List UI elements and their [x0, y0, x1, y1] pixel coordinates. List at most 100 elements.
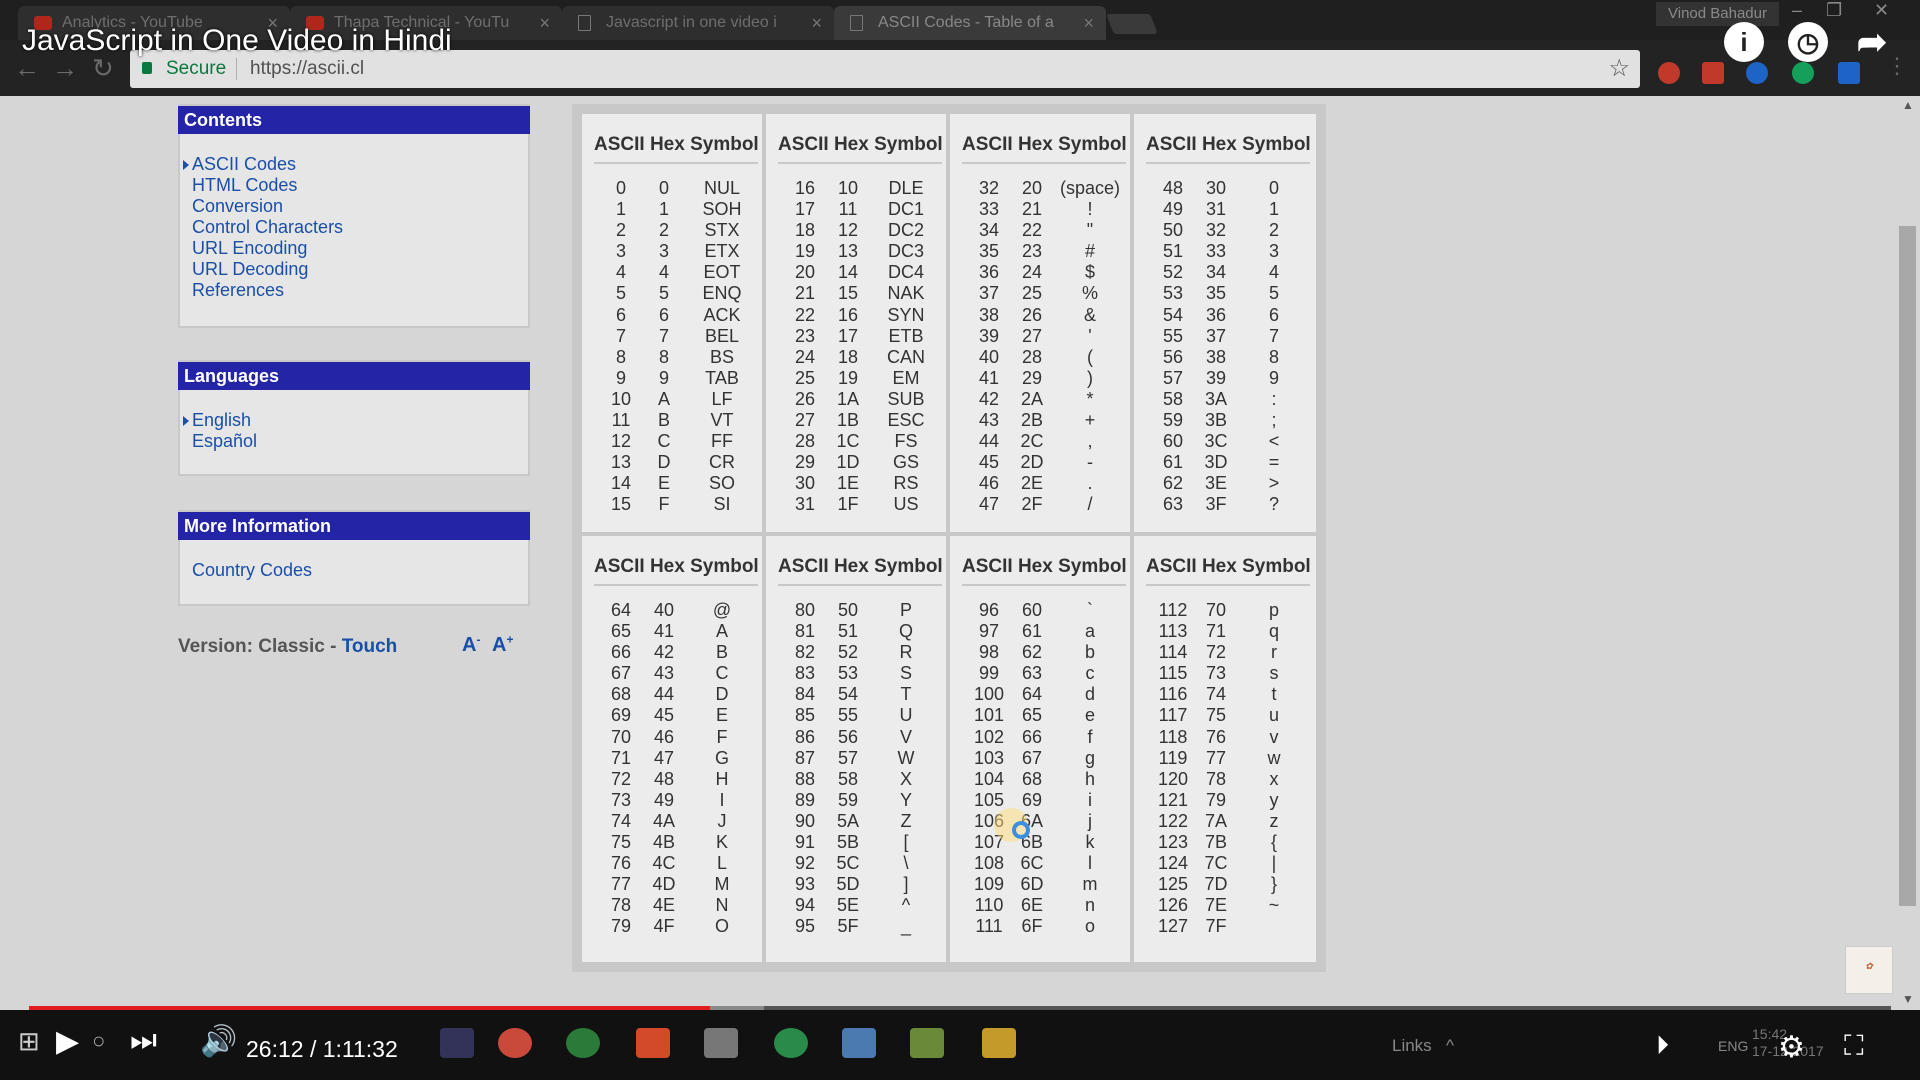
channel-watermark-logo[interactable]: ✿	[1845, 946, 1893, 994]
forward-icon[interactable]: →	[52, 54, 78, 82]
extension-icon[interactable]	[1746, 62, 1768, 84]
hex-cell: 28	[1021, 346, 1043, 367]
office-icon[interactable]	[636, 1028, 670, 1058]
close-icon[interactable]: ×	[539, 6, 550, 40]
font-increase-button[interactable]: A+	[492, 632, 513, 656]
chrome-icon[interactable]	[498, 1028, 532, 1058]
symbol-cell: T	[900, 684, 912, 705]
bookmark-star-icon[interactable]: ☆	[1608, 54, 1630, 83]
version-touch-link[interactable]: Touch	[342, 636, 398, 657]
ascii-row: 92 5C \	[766, 853, 946, 874]
close-window-icon[interactable]: ✕	[1874, 0, 1889, 21]
hex-cell: 50	[837, 600, 859, 620]
next-icon[interactable]: ⏭	[130, 1024, 157, 1058]
new-tab-button[interactable]	[1106, 14, 1158, 34]
symbol-cell: R	[899, 642, 913, 663]
language-english[interactable]: English	[183, 410, 528, 431]
notepad-icon[interactable]	[910, 1028, 944, 1058]
decimal-cell: 87	[794, 747, 816, 768]
taskbar-app-icon[interactable]	[440, 1028, 474, 1058]
decimal-cell: 56	[1162, 346, 1184, 367]
search-circle-icon[interactable]: ○	[92, 1028, 105, 1054]
extension-icon[interactable]	[1658, 62, 1680, 84]
links-label[interactable]: Links	[1392, 1036, 1432, 1056]
ascii-row: 60 3C <	[1134, 431, 1314, 452]
nav-link-country-codes[interactable]: Country Codes	[192, 560, 528, 581]
contents-box: Contents ASCII Codes HTML Codes Conversi…	[178, 104, 530, 328]
reload-icon[interactable]: ↻	[92, 54, 114, 82]
language-espanol[interactable]: Español	[192, 431, 528, 452]
windows-start-icon[interactable]: ⊞	[18, 1026, 40, 1057]
volume-icon[interactable]: 🔊	[200, 1024, 237, 1059]
url-text[interactable]: https://ascii.cl	[250, 58, 364, 80]
decimal-cell: 15	[610, 494, 632, 515]
symbol-cell: 7	[1268, 325, 1279, 346]
page-scrollbar[interactable]: ▲ ▼	[1895, 96, 1920, 1010]
language-indicator[interactable]: ENG	[1718, 1038, 1748, 1054]
menu-icon[interactable]: ⋮	[1886, 52, 1908, 80]
symbol-cell: K	[715, 832, 728, 853]
nav-link-control-characters[interactable]: Control Characters	[192, 217, 528, 238]
tab-ascii-codes[interactable]: ASCII Codes - Table of a ×	[834, 6, 1106, 40]
hex-cell: 70	[1205, 600, 1227, 620]
ascii-row: 27 1B ESC	[766, 410, 946, 431]
ascii-row: 115 73 s	[1134, 663, 1314, 684]
font-decrease-button[interactable]: A-	[462, 632, 480, 656]
scroll-down-icon[interactable]: ▼	[1902, 992, 1914, 1006]
watch-later-clock-icon[interactable]: ◷	[1788, 22, 1828, 62]
extension-icon[interactable]	[1702, 62, 1724, 84]
lock-icon	[142, 62, 152, 74]
symbol-cell: DC1	[887, 199, 924, 220]
decimal-cell: 85	[794, 705, 816, 726]
nav-link-conversion[interactable]: Conversion	[192, 196, 528, 217]
play-icon[interactable]: ▶	[56, 1024, 79, 1059]
chevron-up-icon[interactable]: ^	[1446, 1036, 1454, 1056]
info-icon[interactable]: i	[1724, 22, 1764, 62]
decimal-cell: 124	[1157, 853, 1189, 874]
symbol-cell: )	[1087, 367, 1093, 388]
decimal-cell: 61	[1162, 452, 1184, 473]
video-title[interactable]: JavaScript in One Video in Hindi	[22, 24, 452, 58]
nav-link-url-decoding[interactable]: URL Decoding	[192, 259, 528, 280]
ascii-rows: 96 60 ` 97 61 a 98 62 b 99 63 c 100 64 d 101 65 e 102 66 f 10…	[950, 600, 1130, 938]
symbol-cell: 2	[1268, 220, 1279, 241]
back-icon[interactable]: ←	[14, 54, 40, 82]
decimal-cell: 81	[794, 621, 816, 642]
share-icon[interactable]: ➦	[1852, 22, 1892, 62]
mail-icon[interactable]	[704, 1028, 738, 1058]
minimize-icon[interactable]: –	[1792, 0, 1802, 21]
scroll-thumb[interactable]	[1899, 226, 1916, 906]
symbol-cell: SO	[708, 473, 735, 494]
decimal-cell: 45	[978, 452, 1000, 473]
restore-icon[interactable]: ❐	[1826, 0, 1842, 21]
hex-cell: 7	[658, 325, 669, 346]
nav-link-references[interactable]: References	[192, 280, 528, 301]
decimal-cell: 28	[794, 431, 816, 452]
profile-button[interactable]: Vinod Bahadur	[1656, 2, 1779, 26]
scroll-up-icon[interactable]: ▲	[1902, 98, 1914, 112]
tab-javascript-video[interactable]: Javascript in one video i ×	[562, 6, 834, 40]
taskbar-app-icon[interactable]	[566, 1028, 600, 1058]
close-icon[interactable]: ×	[811, 6, 822, 40]
hex-cell: 68	[1021, 768, 1043, 789]
nav-link-url-encoding[interactable]: URL Encoding	[192, 238, 528, 259]
taskbar-app-icon[interactable]	[774, 1028, 808, 1058]
close-icon[interactable]: ×	[1083, 6, 1094, 40]
hex-cell: 2B	[1020, 410, 1044, 431]
miniplayer-toggle-icon[interactable]: ⏵	[1656, 1030, 1669, 1062]
hex-cell: 30	[1205, 178, 1227, 198]
nav-link-html-codes[interactable]: HTML Codes	[192, 175, 528, 196]
ascii-row: 56 38 8	[1134, 347, 1314, 368]
version-label: Version: Classic	[178, 636, 325, 657]
decimal-cell: 89	[794, 789, 816, 810]
nav-link-ascii-codes[interactable]: ASCII Codes	[183, 154, 528, 175]
folder-icon[interactable]	[982, 1028, 1016, 1058]
settings-gear-icon[interactable]: ⚙	[1778, 1030, 1805, 1065]
decimal-cell: 11	[611, 410, 631, 431]
exit-fullscreen-icon[interactable]: ⛶	[1844, 1030, 1864, 1063]
taskbar-app-icon[interactable]	[842, 1028, 876, 1058]
symbol-cell: A	[715, 621, 728, 642]
ascii-row: 12 C FF	[582, 431, 762, 452]
extension-icon[interactable]	[1792, 62, 1814, 84]
extension-icon[interactable]	[1838, 62, 1860, 84]
